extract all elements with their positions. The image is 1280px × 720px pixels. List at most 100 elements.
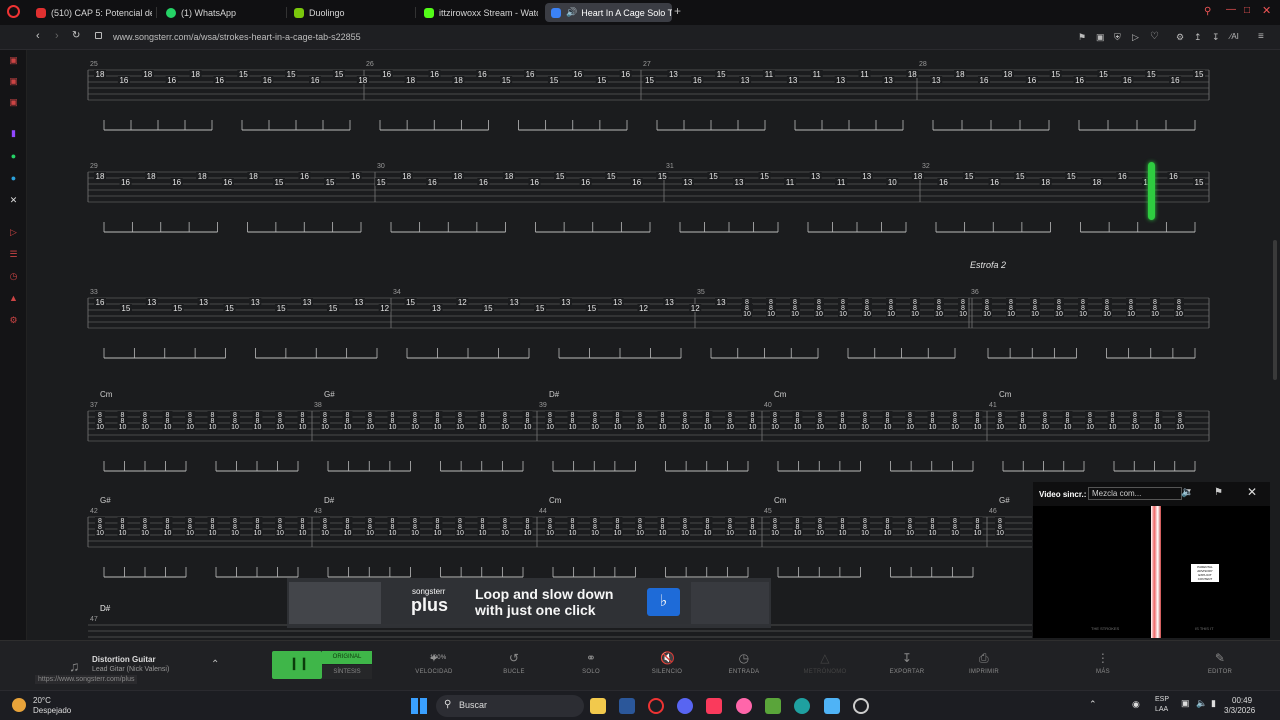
fret-number: 10 [815, 311, 823, 318]
maximize-icon[interactable]: □ [1244, 5, 1250, 16]
battery-icon[interactable]: ▮ [1211, 698, 1216, 709]
speed-button[interactable]: ✦ 100% VELOCIDAD [404, 651, 464, 675]
print-button[interactable]: ⎙ IMPRIMIR [954, 651, 1014, 675]
search-tabs-icon[interactable]: ⚲ [1204, 6, 1211, 17]
more-button[interactable]: ⋮ MÁS [1073, 651, 1133, 675]
word-icon[interactable] [619, 698, 635, 714]
share-icon[interactable]: ↥ [1194, 32, 1202, 43]
player-icon[interactable]: ▷ [8, 227, 19, 238]
play-button[interactable]: ❙❙ [272, 651, 322, 679]
whatsapp-icon[interactable]: ● [8, 151, 19, 162]
tab-whatsapp[interactable]: (1) WhatsApp [160, 3, 284, 22]
solo-label: SOLO [582, 669, 600, 675]
video-frame[interactable]: THE STROKES IS THIS IT PARENTAL ADVISORY… [1033, 506, 1270, 638]
language-1[interactable]: ESP [1155, 696, 1169, 703]
scrollbar-thumb[interactable] [1273, 240, 1277, 380]
fret-number: 15 [377, 178, 386, 187]
settings-icon[interactable]: ⚙ [8, 315, 19, 326]
extensions-icon[interactable]: ⚙ [1176, 32, 1184, 43]
wifi-icon[interactable]: ▣ [1181, 698, 1190, 709]
back-icon[interactable]: ‹ [36, 30, 40, 42]
download-icon[interactable]: ↧ [1212, 32, 1220, 43]
fret-number: 10 [1055, 311, 1063, 318]
video-select[interactable]: Mezcla com... [1088, 487, 1182, 500]
chrome-icon[interactable] [853, 698, 869, 714]
fret-number: 10 [771, 530, 779, 537]
tab-duolingo[interactable]: Duolingo [288, 3, 412, 22]
minecraft-icon[interactable] [765, 698, 781, 714]
fret-number: 13 [665, 298, 674, 307]
opera-logo-icon[interactable] [7, 5, 20, 18]
close-video-icon[interactable]: ✕ [1247, 485, 1257, 499]
heart-icon[interactable]: ♡ [1150, 31, 1159, 42]
close-window-icon[interactable]: ✕ [1262, 4, 1271, 17]
sound-icon[interactable]: 🔈 [1181, 487, 1193, 498]
tab-label: ittzirowoxx Stream - Watc [439, 7, 538, 18]
url-field[interactable]: www.songsterr.com/a/wsa/strokes-heart-in… [113, 32, 361, 42]
fret-number: 15 [587, 304, 596, 313]
tab-songsterr[interactable]: 🔊 Heart In A Cage Solo T [545, 3, 672, 22]
tab-label: Duolingo [309, 7, 345, 18]
fret-number: 16 [693, 76, 702, 85]
play-icon[interactable]: ▷ [1132, 32, 1139, 43]
count-in-button[interactable]: ◷ ENTRADA [714, 651, 774, 675]
discord-icon[interactable] [677, 698, 693, 714]
export-button[interactable]: ↧ EXPORTAR [877, 651, 937, 675]
edge-icon[interactable] [794, 698, 810, 714]
solo-button[interactable]: ⚭ SOLO [561, 651, 621, 675]
minimize-icon[interactable]: — [1226, 4, 1236, 15]
fret-number: 16 [526, 70, 535, 79]
search-placeholder: Buscar [459, 700, 488, 710]
clock-time[interactable]: 00:49 [1232, 696, 1252, 705]
telegram-icon[interactable]: ● [8, 173, 19, 184]
songsterr-plus-banner[interactable]: songsterr plus Loop and slow down with j… [287, 578, 771, 628]
fret-number: 16 [223, 178, 232, 187]
fret-number: 10 [1176, 424, 1184, 431]
opera-gx-icon[interactable] [648, 698, 664, 714]
fret-number: 10 [816, 424, 824, 431]
flow-icon[interactable]: ☰ [8, 249, 19, 260]
notepad-icon[interactable] [824, 698, 840, 714]
tray-chevron-icon[interactable]: ⌃ [1089, 699, 1097, 710]
file-explorer-icon[interactable] [590, 698, 606, 714]
reload-icon[interactable]: ↻ [72, 30, 80, 41]
messenger-icon[interactable]: ▣ [8, 76, 19, 87]
loop-button[interactable]: ↺ BUCLE [484, 651, 544, 675]
clock-date[interactable]: 3/3/2026 [1224, 706, 1255, 715]
mute-button[interactable]: 🔇 SILENCIO [637, 651, 697, 675]
new-tab-button[interactable]: + [674, 4, 681, 18]
editor-button[interactable]: ✎ EDITOR [1190, 651, 1250, 675]
windows-start-icon[interactable] [411, 698, 427, 714]
chevron-up-icon[interactable]: ⌃ [211, 659, 219, 670]
history-icon[interactable]: ◷ [8, 271, 19, 282]
measure-number: 31 [666, 163, 674, 170]
menu-icon[interactable]: ≡ [1258, 31, 1264, 42]
mode-original[interactable]: ORIGINAL [322, 651, 372, 664]
music-app-icon[interactable] [706, 698, 722, 714]
metronome-button[interactable]: △ METRÓNOMO [795, 651, 855, 675]
snapshot-icon[interactable]: ▣ [1096, 32, 1105, 43]
volume-icon[interactable]: 🔈 [1196, 698, 1207, 709]
tray-mic-icon[interactable]: ◉ [1132, 699, 1140, 710]
osu-icon[interactable] [736, 698, 752, 714]
aria-icon[interactable]: ▣ [8, 55, 19, 66]
page-scrollbar[interactable] [1270, 50, 1280, 640]
music-icon[interactable]: ▣ [8, 97, 19, 108]
pinboard-icon[interactable]: ▲ [8, 293, 19, 304]
bookmark-icon[interactable]: ⚑ [1078, 32, 1086, 43]
x-icon[interactable]: ✕ [8, 195, 19, 206]
forward-icon[interactable]: › [55, 30, 59, 42]
twitch-icon[interactable]: ▮ [8, 128, 19, 139]
download-icon: ↧ [901, 651, 913, 665]
playback-cursor[interactable] [1148, 162, 1155, 220]
cover-text-right: IS THIS IT [1195, 626, 1214, 631]
mode-synthesis[interactable]: SÍNTESIS [322, 665, 372, 679]
language-2[interactable]: LAA [1155, 706, 1168, 713]
tab-youtube[interactable]: (510) CAP 5: Potencial de [30, 3, 152, 22]
tab-kick[interactable]: ittzirowoxx Stream - Watc [418, 3, 538, 22]
taskbar-search[interactable]: ⚲ Buscar [436, 695, 584, 717]
measure-number: 27 [643, 61, 651, 68]
shield-icon[interactable]: ⛨ [1114, 32, 1121, 43]
flag-icon[interactable]: ⚑ [1214, 487, 1223, 498]
ai-icon[interactable]: ∕AI [1230, 32, 1239, 41]
